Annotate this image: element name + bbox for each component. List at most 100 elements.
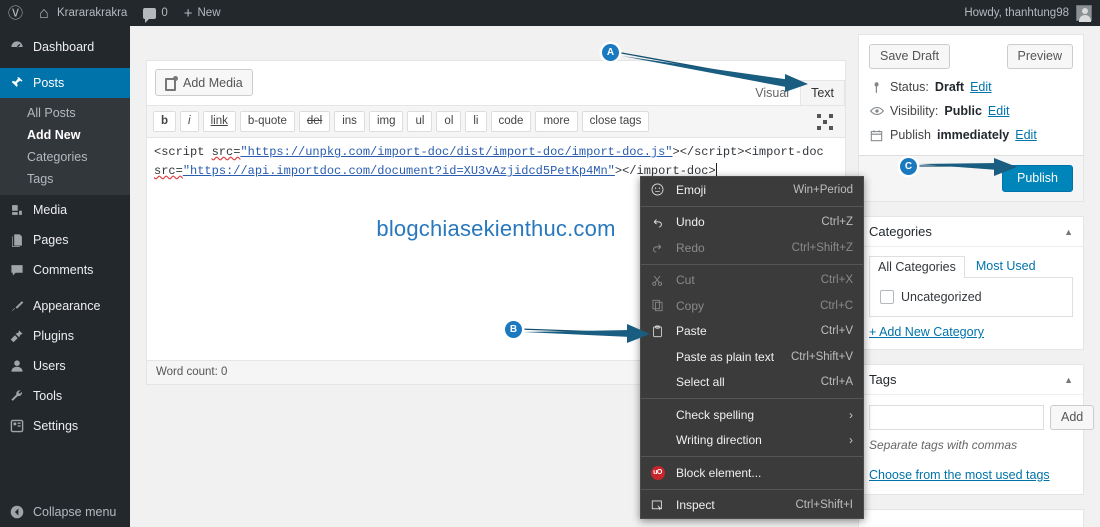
- site-name-label: Krararakrakra: [57, 7, 128, 19]
- add-new-category-container: + Add New Category: [859, 325, 1083, 349]
- quicktag-code[interactable]: code: [490, 111, 532, 132]
- chevron-up-icon[interactable]: ▲: [1064, 375, 1073, 385]
- annotation-badge-a: A: [602, 44, 619, 61]
- redo-arrow-icon: [649, 241, 666, 254]
- add-new-category-link[interactable]: + Add New Category: [869, 325, 984, 339]
- save-draft-button[interactable]: Save Draft: [869, 44, 951, 69]
- category-checkbox-uncategorized[interactable]: [880, 290, 894, 304]
- preview-button[interactable]: Preview: [1006, 44, 1073, 69]
- context-menu-separator: [641, 205, 863, 207]
- context-menu-item-emoji[interactable]: Emoji Win+Period: [641, 177, 863, 203]
- chevron-right-icon: ›: [849, 433, 853, 448]
- sidebar-item-comments[interactable]: Comments: [0, 255, 130, 285]
- context-menu-item-paste-plain-text[interactable]: Paste as plain text Ctrl+Shift+V: [641, 344, 863, 370]
- quicktag-link[interactable]: link: [202, 111, 236, 132]
- distraction-free-writing-icon[interactable]: [817, 113, 833, 130]
- sidebar-item-label: Plugins: [33, 329, 74, 343]
- sidebar-item-tools[interactable]: Tools: [0, 381, 130, 411]
- context-menu-item-block-element[interactable]: uO Block element...: [641, 460, 863, 486]
- tags-add-button[interactable]: Add: [1050, 405, 1095, 430]
- quicktag-more[interactable]: more: [535, 111, 578, 132]
- wordpress-admin-screen: Ⓥ Krararakrakra 0 + New Howdy, thanhtung…: [0, 0, 1100, 527]
- new-content-menu[interactable]: + New: [176, 0, 229, 26]
- howdy-label: Howdy, thanhtung98: [964, 7, 1069, 19]
- copy-icon: [649, 299, 666, 312]
- wp-body: Add Media Visual Text b i link b-quote d…: [130, 26, 1100, 527]
- context-menu-item-paste[interactable]: Paste Ctrl+V: [641, 319, 863, 345]
- quicktag-italic[interactable]: i: [180, 111, 199, 132]
- sidebar-item-label: Users: [33, 359, 66, 373]
- quicktag-del[interactable]: del: [298, 111, 331, 132]
- sidebar-item-users[interactable]: Users: [0, 351, 130, 381]
- context-menu-item-select-all[interactable]: Select all Ctrl+A: [641, 370, 863, 396]
- context-menu-accel: Ctrl+A: [820, 376, 853, 389]
- inspect-devtools-icon: [649, 499, 666, 512]
- quicktag-ol[interactable]: ol: [436, 111, 462, 132]
- calendar-icon: [869, 129, 884, 142]
- sidebar-item-all-posts[interactable]: All Posts: [0, 102, 130, 124]
- tags-input[interactable]: [869, 405, 1044, 430]
- browser-context-menu: Emoji Win+Period Undo Ctrl+Z Redo Ctrl+S…: [640, 176, 864, 519]
- quicktag-bquote[interactable]: b-quote: [239, 111, 295, 132]
- dashboard-icon: [9, 40, 25, 54]
- sidebar-item-add-new[interactable]: Add New: [0, 124, 130, 146]
- code-seg-6: "https://api.importdoc.com/document?id=X…: [182, 164, 615, 178]
- sidebar-item-tags[interactable]: Tags: [0, 168, 130, 190]
- sidebar-item-media[interactable]: Media: [0, 195, 130, 225]
- context-menu-separator: [641, 488, 863, 490]
- add-media-label: Add Media: [183, 75, 243, 90]
- category-label-uncategorized: Uncategorized: [901, 290, 982, 304]
- context-menu-label: Inspect: [676, 498, 715, 513]
- account-menu[interactable]: Howdy, thanhtung98: [964, 0, 1100, 26]
- next-postbox-partial: [858, 509, 1084, 527]
- avatar-icon: [1076, 5, 1092, 22]
- new-label: New: [197, 7, 221, 19]
- context-menu-item-check-spelling[interactable]: Check spelling ›: [641, 402, 863, 428]
- sidebar-item-pages[interactable]: Pages: [0, 225, 130, 255]
- comment-count: 0: [161, 7, 168, 19]
- quicktag-bold[interactable]: b: [153, 111, 177, 132]
- sidebar-item-posts[interactable]: Posts: [0, 68, 130, 98]
- context-menu-item-undo[interactable]: Undo Ctrl+Z: [641, 210, 863, 236]
- schedule-value: immediately: [937, 128, 1010, 142]
- sidebar-item-categories[interactable]: Categories: [0, 146, 130, 168]
- sidebar-item-dashboard[interactable]: Dashboard: [0, 32, 130, 62]
- context-menu-item-inspect[interactable]: Inspect Ctrl+Shift+I: [641, 493, 863, 519]
- emoji-smiley-icon: [649, 183, 666, 196]
- context-menu-item-writing-direction[interactable]: Writing direction ›: [641, 428, 863, 454]
- site-name-menu[interactable]: Krararakrakra: [31, 0, 135, 26]
- annotation-badge-c: C: [900, 158, 917, 175]
- edit-schedule-link[interactable]: Edit: [1015, 128, 1037, 142]
- tab-most-used[interactable]: Most Used: [967, 255, 1045, 277]
- status-value: Draft: [934, 80, 965, 94]
- quicktag-li[interactable]: li: [465, 111, 487, 132]
- comments-menu[interactable]: 0: [135, 0, 175, 26]
- quicktag-ins[interactable]: ins: [334, 111, 365, 132]
- add-media-button[interactable]: Add Media: [155, 69, 253, 96]
- collapse-menu-container: Collapse menu: [0, 497, 130, 527]
- sidebar-item-plugins[interactable]: Plugins: [0, 321, 130, 351]
- chevron-up-icon[interactable]: ▲: [1064, 227, 1073, 237]
- choose-most-used-tags-link[interactable]: Choose from the most used tags: [869, 468, 1050, 482]
- publish-actions-top: Save Draft Preview: [859, 35, 1083, 73]
- sidebar-item-label: Comments: [33, 263, 94, 277]
- user-icon: [9, 359, 25, 373]
- sidebar-item-label: Media: [33, 203, 68, 217]
- sidebar-item-label: Tools: [33, 389, 63, 403]
- edit-status-link[interactable]: Edit: [970, 80, 992, 94]
- code-seg-1: <script: [154, 145, 212, 159]
- context-menu-label: Select all: [676, 375, 725, 390]
- sidebar-item-appearance[interactable]: Appearance: [0, 291, 130, 321]
- edit-visibility-link[interactable]: Edit: [988, 104, 1010, 118]
- comment-bubble-icon: [143, 7, 157, 23]
- quicktag-img[interactable]: img: [368, 111, 404, 132]
- post-status-row: Status: Draft Edit: [869, 75, 1073, 99]
- tab-all-categories[interactable]: All Categories: [869, 256, 965, 278]
- publish-misc-actions: Status: Draft Edit Visibility: Public Ed…: [859, 73, 1083, 155]
- context-menu-label: Emoji: [676, 182, 707, 197]
- quicktag-ul[interactable]: ul: [407, 111, 433, 132]
- quicktag-close-tags[interactable]: close tags: [581, 111, 650, 132]
- sidebar-item-settings[interactable]: Settings: [0, 411, 130, 441]
- collapse-menu-button[interactable]: Collapse menu: [0, 497, 130, 527]
- wp-logo-menu[interactable]: Ⓥ: [0, 0, 31, 26]
